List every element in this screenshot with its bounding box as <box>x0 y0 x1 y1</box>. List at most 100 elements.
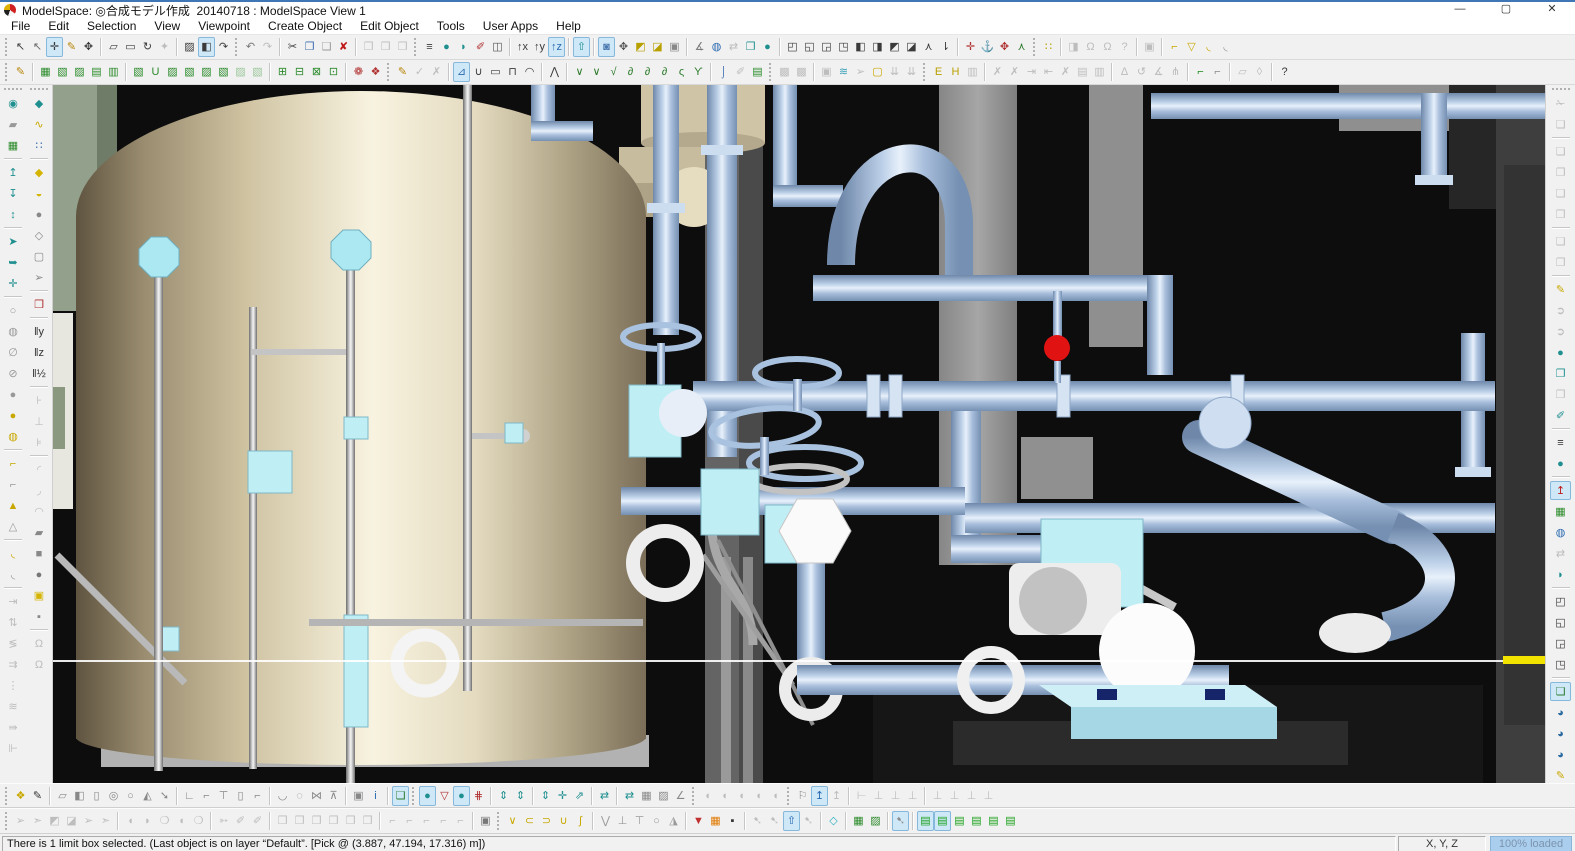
frame-2-icon[interactable]: ▥ <box>1091 62 1108 82</box>
pick-a-icon[interactable]: ➳ <box>215 811 232 831</box>
layer-list-icon[interactable]: ≡ <box>421 37 438 57</box>
limit-box-icon[interactable]: ◧ <box>198 37 215 57</box>
face-box-2-icon[interactable]: ◱ <box>1550 613 1571 632</box>
spline-5-icon[interactable]: ∫ <box>572 811 589 831</box>
route-u-icon[interactable]: U <box>147 62 164 82</box>
measure-icon[interactable]: ∡ <box>691 37 708 57</box>
elev-icon[interactable]: E <box>930 62 947 82</box>
pipe-funnel-icon[interactable]: ▽ <box>1183 37 1200 57</box>
tool-b-icon[interactable]: ⊥ <box>29 412 50 431</box>
toolbar-drag-handle[interactable] <box>5 63 9 81</box>
square-icon[interactable]: ■ <box>29 544 50 563</box>
head-2-icon[interactable]: ◗ <box>139 811 156 831</box>
mod-3-icon[interactable]: ◩ <box>46 811 63 831</box>
toolbar-drag-handle[interactable] <box>497 812 501 830</box>
rect-select-icon[interactable]: ▭ <box>122 37 139 57</box>
layer-pick-icon[interactable]: ◗ <box>455 37 472 57</box>
menu-selection[interactable]: Selection <box>78 18 145 35</box>
height-icon[interactable]: H <box>947 62 964 82</box>
angle-1-icon[interactable]: ∆ <box>1116 62 1133 82</box>
no-end-icon[interactable]: ∅ <box>3 343 24 362</box>
bend-1-icon[interactable]: ⌐ <box>384 811 401 831</box>
toolbar-drag-handle[interactable] <box>923 63 927 81</box>
machine-b-icon[interactable]: ❖ <box>367 62 384 82</box>
curve-1-icon[interactable]: ∨ <box>571 62 588 82</box>
route-2-icon[interactable]: ▨ <box>164 62 181 82</box>
doc-model-icon[interactable]: ❐ <box>1550 364 1571 383</box>
zoom-selected-icon[interactable]: ❐ <box>742 37 759 57</box>
part-4-icon[interactable]: ❒ <box>325 811 342 831</box>
light-a-icon[interactable]: Ω <box>1082 37 1099 57</box>
sphere-query-icon[interactable]: ◕ <box>1550 703 1571 722</box>
bars-5-icon[interactable]: ▤ <box>985 811 1002 831</box>
sphere-find-icon[interactable]: ◕ <box>1550 745 1571 764</box>
snapshot-icon[interactable]: ▣ <box>1141 37 1158 57</box>
layers-icon[interactable]: ≡ <box>1550 433 1571 452</box>
spline-4-icon[interactable]: ∪ <box>555 811 572 831</box>
delete-icon[interactable]: ✘ <box>335 37 352 57</box>
globe-icon[interactable]: ◍ <box>1550 523 1571 542</box>
redo-icon[interactable]: ↷ <box>259 37 276 57</box>
bars-4-icon[interactable]: ▤ <box>968 811 985 831</box>
angle-4-icon[interactable]: ⋔ <box>1167 62 1184 82</box>
dim-3-icon[interactable]: ⊥ <box>887 786 904 806</box>
view-cube-3-icon[interactable]: ◲ <box>818 37 835 57</box>
rack-icon[interactable]: ⋕ <box>470 786 487 806</box>
grid-b-icon[interactable]: ▨ <box>655 786 672 806</box>
pipe-gray-icon[interactable]: ⌐ <box>1209 62 1226 82</box>
new-seat-icon[interactable]: ⊼ <box>325 786 342 806</box>
mod-6-icon[interactable]: ➣ <box>97 811 114 831</box>
regroup-icon[interactable]: ❒ <box>394 37 411 57</box>
reject-icon[interactable]: ✗ <box>428 62 445 82</box>
view-cube-4-icon[interactable]: ◳ <box>835 37 852 57</box>
3d-viewport[interactable] <box>53 85 1545 783</box>
minimize-button[interactable]: — <box>1437 2 1483 18</box>
dim-8-icon[interactable]: ⊥ <box>980 786 997 806</box>
pick-c-icon[interactable]: ✐ <box>249 811 266 831</box>
arc-a-icon[interactable]: ◜ <box>29 460 50 479</box>
layer-assign-icon[interactable]: ● <box>438 37 455 57</box>
hatch-1-icon[interactable]: ▩ <box>776 62 793 82</box>
probe-icon[interactable]: ◆ <box>29 94 50 113</box>
gem-icon[interactable]: ◇ <box>825 811 842 831</box>
up-x-icon[interactable]: ↑x <box>514 37 531 57</box>
fit-3-icon[interactable]: ≶ <box>3 634 24 653</box>
menu-file[interactable]: File <box>2 18 39 35</box>
annotate-icon[interactable]: ✎ <box>1550 280 1571 299</box>
part-1-icon[interactable]: ❒ <box>274 811 291 831</box>
route-7-icon[interactable]: ▧ <box>249 62 266 82</box>
wire-icon[interactable]: ∿ <box>29 115 50 134</box>
undo-icon[interactable]: ↶ <box>242 37 259 57</box>
hatch-2-icon[interactable]: ▩ <box>793 62 810 82</box>
head-5-icon[interactable]: ❍ <box>190 811 207 831</box>
angle-2-icon[interactable]: ↺ <box>1133 62 1150 82</box>
cloud-pen-icon[interactable]: ➷ <box>892 811 909 831</box>
bend-5-icon[interactable]: ⌐ <box>452 811 469 831</box>
solid-end-icon[interactable]: ● <box>3 385 24 404</box>
ghost-3-icon[interactable]: ◖ <box>733 786 750 806</box>
curve-2-icon[interactable]: ∨ <box>588 62 605 82</box>
fit-1-icon[interactable]: ⇥ <box>3 592 24 611</box>
toolbar-drag-handle[interactable] <box>769 63 773 81</box>
ghost-4-icon[interactable]: ◖ <box>750 786 767 806</box>
copy-down-1-icon[interactable]: ⇊ <box>886 62 903 82</box>
dim-4-icon[interactable]: ⊥ <box>904 786 921 806</box>
select-icon[interactable]: ↖ <box>12 37 29 57</box>
lamp-2-icon[interactable]: Ω <box>29 655 50 674</box>
move-clear-icon[interactable]: ✛ <box>962 37 979 57</box>
tool-a-icon[interactable]: ⊦ <box>29 391 50 410</box>
rect-mode-icon[interactable]: ▭ <box>487 62 504 82</box>
axis-half-icon[interactable]: ‖½ <box>29 364 50 383</box>
head-1-icon[interactable]: ◖ <box>122 811 139 831</box>
line-mode-icon[interactable]: ⊿ <box>453 62 470 82</box>
dim-7-icon[interactable]: ⊥ <box>963 786 980 806</box>
equip-2-icon[interactable]: ⊟ <box>291 62 308 82</box>
elbow-gray-icon[interactable]: ⌐ <box>3 475 24 494</box>
compare-icon[interactable]: ▰ <box>3 115 24 134</box>
raise-part-icon[interactable]: ↥ <box>3 163 24 182</box>
dim-2-icon[interactable]: ⊥ <box>870 786 887 806</box>
bend-gray-icon[interactable]: ◟ <box>3 565 24 584</box>
orbit-icon[interactable]: ↷ <box>215 37 232 57</box>
funnel-red-icon[interactable]: ▽ <box>436 786 453 806</box>
pipe-cross-icon[interactable]: ✛ <box>3 274 24 293</box>
